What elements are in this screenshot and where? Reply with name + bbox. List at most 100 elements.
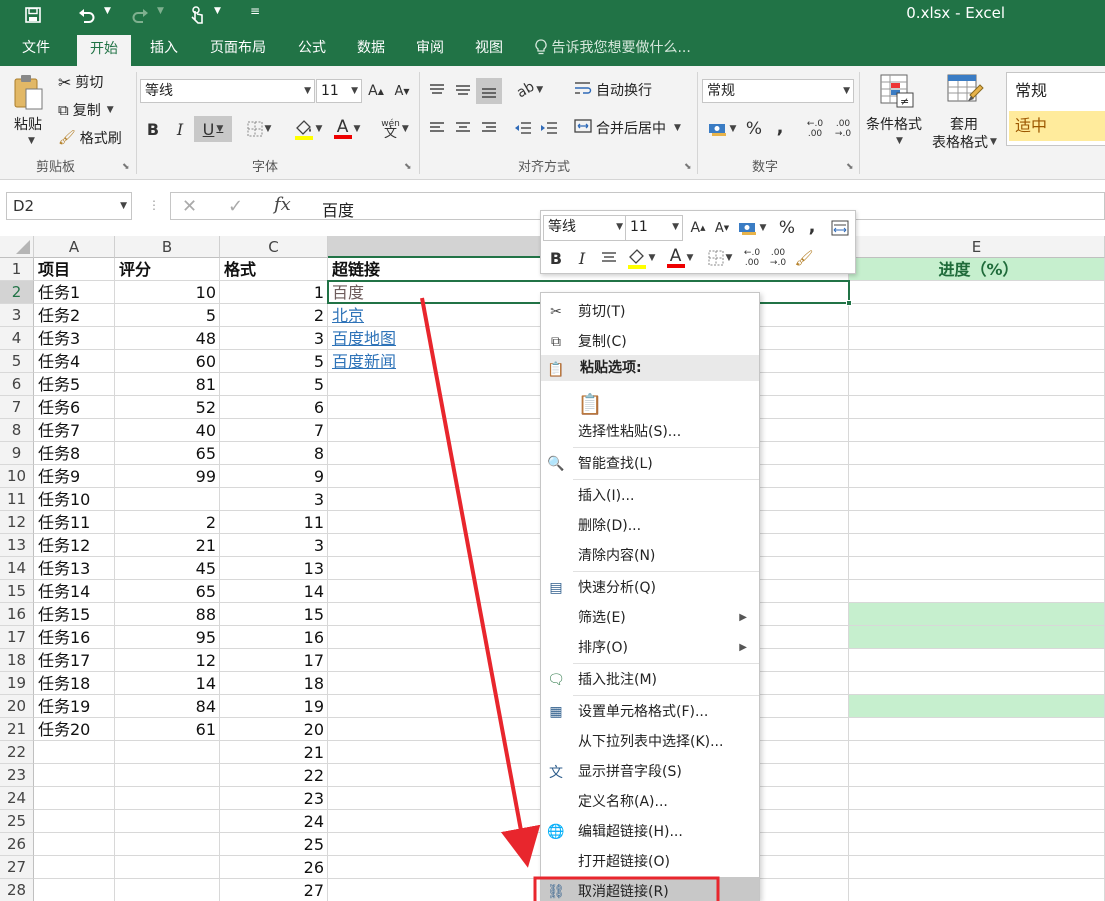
customize-qat-icon[interactable]: ≡ [250,4,260,18]
row-header-28[interactable]: 28 [0,879,34,901]
increase-decimal-icon[interactable]: ←.0.00 [804,116,826,142]
cell-b1[interactable]: 评分 [115,258,219,281]
clipboard-launcher-icon[interactable]: ⬊ [122,162,130,172]
increase-indent-icon[interactable] [538,118,560,138]
tab-data[interactable]: 数据 [346,30,396,66]
menu-item-item-14[interactable]: 从下拉列表中选择(K)... [541,727,759,757]
cell-c24[interactable]: 23 [220,787,327,810]
font-color-button[interactable]: A ▼ [330,116,364,142]
cell-a8[interactable]: 任务7 [34,419,114,442]
row-header-23[interactable]: 23 [0,764,34,787]
menu-item-comment[interactable]: 🗨 插入批注(M) [541,665,759,695]
cell-e1[interactable]: 进度（%） [849,258,1104,281]
cell-a1[interactable]: 项目 [34,258,114,281]
mini-grow-font-icon[interactable]: A ▲ [689,218,707,238]
cell-b16[interactable]: 88 [115,603,219,626]
select-all-corner[interactable] [0,236,34,258]
mini-font-combo[interactable]: 等线 ▼ [543,215,627,241]
cancel-icon[interactable]: ✕ [182,196,197,217]
cell-c21[interactable]: 20 [220,718,327,741]
row-header-3[interactable]: 3 [0,304,34,327]
number-launcher-icon[interactable]: ⬊ [846,162,854,172]
cell-a16[interactable]: 任务15 [34,603,114,626]
cell-a2[interactable]: 任务1 [34,281,114,304]
cell-c15[interactable]: 14 [220,580,327,603]
row-header-7[interactable]: 7 [0,396,34,419]
column-header-b[interactable]: B [115,236,220,258]
merge-dropdown-icon[interactable]: ▼ [674,123,681,133]
shrink-font-icon[interactable]: A ▼ [392,81,412,101]
cell-a9[interactable]: 任务8 [34,442,114,465]
font-name-combo[interactable]: 等线 ▼ [140,79,315,103]
cell-b2[interactable]: 10 [115,281,219,304]
cell-c25[interactable]: 24 [220,810,327,833]
menu-item-item-6[interactable]: 插入(I)... [541,481,759,511]
decrease-indent-icon[interactable] [512,118,534,138]
phonetic-guide-icon[interactable]: wén 文 ▼ [376,116,414,142]
fill-color-button[interactable]: ▼ [290,116,326,142]
column-header-a[interactable]: A [34,236,115,258]
menu-item-item-7[interactable]: 删除(D)... [541,511,759,541]
row-header-17[interactable]: 17 [0,626,34,649]
mini-align-center-icon[interactable] [599,247,619,269]
cell-b8[interactable]: 40 [115,419,219,442]
cell-b13[interactable]: 21 [115,534,219,557]
row-header-24[interactable]: 24 [0,787,34,810]
menu-item-item-4[interactable]: 选择性粘贴(S)... [541,417,759,447]
column-header-e[interactable]: E [849,236,1105,258]
tab-view[interactable]: 视图 [464,30,514,66]
cell-c1[interactable]: 格式 [220,258,327,281]
undo-dropdown-icon[interactable]: ▼ [104,6,111,16]
cell-a17[interactable]: 任务16 [34,626,114,649]
mini-comma-button[interactable]: , [805,215,819,237]
paste-option-icon[interactable]: 📋 [577,391,603,417]
menu-item-smart-lookup[interactable]: 🔍 智能查找(L) [541,449,759,479]
font-size-combo[interactable]: 11 ▼ [316,79,362,103]
row-header-26[interactable]: 26 [0,833,34,856]
cell-a4[interactable]: 任务3 [34,327,114,350]
menu-item-item-11[interactable]: 排序(O) ▶ [541,633,759,663]
row-header-6[interactable]: 6 [0,373,34,396]
conditional-formatting-label[interactable]: 条件格式 [866,114,922,134]
menu-item-copy[interactable]: ⧉ 复制(C) [541,327,759,357]
cell-b17[interactable]: 95 [115,626,219,649]
row-header-25[interactable]: 25 [0,810,34,833]
row-header-13[interactable]: 13 [0,534,34,557]
copy-dropdown-icon[interactable]: ▼ [107,105,114,115]
fill-handle[interactable] [846,300,852,306]
menu-item-format-cells[interactable]: ▦ 设置单元格格式(F)... [541,697,759,727]
cell-c16[interactable]: 15 [220,603,327,626]
row-header-4[interactable]: 4 [0,327,34,350]
mini-increase-decimal-icon[interactable]: ←.0.00 [741,245,763,271]
cell-c20[interactable]: 19 [220,695,327,718]
number-format-combo[interactable]: 常规 ▼ [702,79,854,103]
mini-format-painter-icon[interactable]: 🖌 [793,247,815,269]
cell-a11[interactable]: 任务10 [34,488,114,511]
cell-b5[interactable]: 60 [115,350,219,373]
mini-borders-icon[interactable]: ▼ [703,247,737,269]
cell-b18[interactable]: 12 [115,649,219,672]
cell-c18[interactable]: 17 [220,649,327,672]
cell-b6[interactable]: 81 [115,373,219,396]
cell-c11[interactable]: 3 [220,488,327,511]
cell-b4[interactable]: 48 [115,327,219,350]
tab-insert[interactable]: 插入 [139,30,189,66]
cell-c13[interactable]: 3 [220,534,327,557]
cell-c3[interactable]: 2 [220,304,327,327]
insert-function-icon[interactable]: fx [274,194,291,215]
cell-a12[interactable]: 任务11 [34,511,114,534]
alignment-launcher-icon[interactable]: ⬊ [684,162,692,172]
paste-dropdown-icon[interactable]: ▼ [28,136,35,146]
row-header-14[interactable]: 14 [0,557,34,580]
row-header-18[interactable]: 18 [0,649,34,672]
row-header-15[interactable]: 15 [0,580,34,603]
cell-a19[interactable]: 任务18 [34,672,114,695]
row-header-19[interactable]: 19 [0,672,34,695]
row-header-10[interactable]: 10 [0,465,34,488]
cell-c9[interactable]: 8 [220,442,327,465]
menu-item-item-8[interactable]: 清除内容(N) [541,541,759,571]
row-header-2[interactable]: 2 [0,281,34,304]
cell-a13[interactable]: 任务12 [34,534,114,557]
cell-c6[interactable]: 5 [220,373,327,396]
borders-button[interactable]: ▼ [242,118,276,140]
